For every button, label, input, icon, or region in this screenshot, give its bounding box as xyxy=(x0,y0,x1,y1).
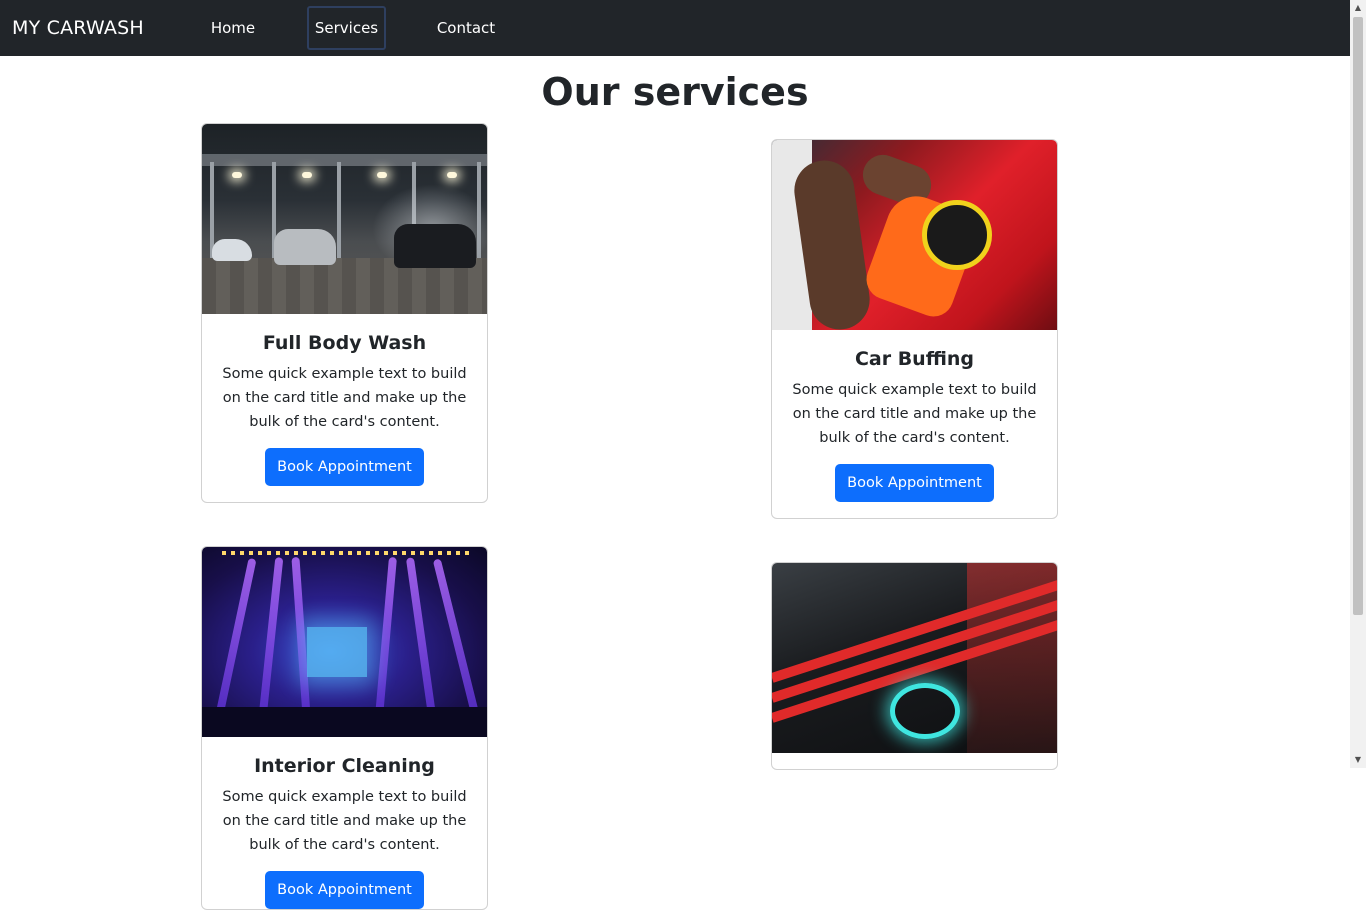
nav-link-services[interactable]: Services xyxy=(307,6,386,50)
service-card-car-buffing: Car Buffing Some quick example text to b… xyxy=(771,139,1058,519)
card-text: Some quick example text to build on the … xyxy=(222,789,467,853)
card-title: Interior Cleaning xyxy=(254,755,435,777)
card-title: Full Body Wash xyxy=(262,332,427,354)
service-card-interior-cleaning: Interior Cleaning Some quick example tex… xyxy=(201,546,488,910)
card-image-car-wash-bays xyxy=(202,124,487,314)
card-image-wash-tunnel xyxy=(202,547,487,737)
nav-link-contact[interactable]: Contact xyxy=(428,6,504,50)
card-image-sports-car xyxy=(772,563,1057,753)
book-appointment-button[interactable]: Book Appointment xyxy=(265,448,424,486)
card-text: Some quick example text to build on the … xyxy=(222,366,467,430)
scroll-thumb[interactable] xyxy=(1353,17,1363,615)
scroll-down-arrow-icon[interactable]: ▼ xyxy=(1350,752,1366,768)
navbar: MY CARWASH Home Services Contact xyxy=(0,0,1350,56)
nav-link-home[interactable]: Home xyxy=(203,6,263,50)
brand-logo-text[interactable]: MY CARWASH xyxy=(12,16,144,40)
page-title: Our services xyxy=(541,70,809,114)
card-image-car-buffing xyxy=(772,140,1057,330)
book-appointment-button[interactable]: Book Appointment xyxy=(265,871,424,909)
card-title: Car Buffing xyxy=(854,348,975,370)
book-appointment-button[interactable]: Book Appointment xyxy=(835,464,994,502)
scroll-up-arrow-icon[interactable]: ▲ xyxy=(1350,0,1366,16)
service-card-full-body-wash: Full Body Wash Some quick example text t… xyxy=(201,123,488,503)
page-scrollbar[interactable]: ▲ ▼ xyxy=(1350,0,1366,768)
card-text: Some quick example text to build on the … xyxy=(792,382,1037,446)
service-card-4 xyxy=(771,562,1058,770)
